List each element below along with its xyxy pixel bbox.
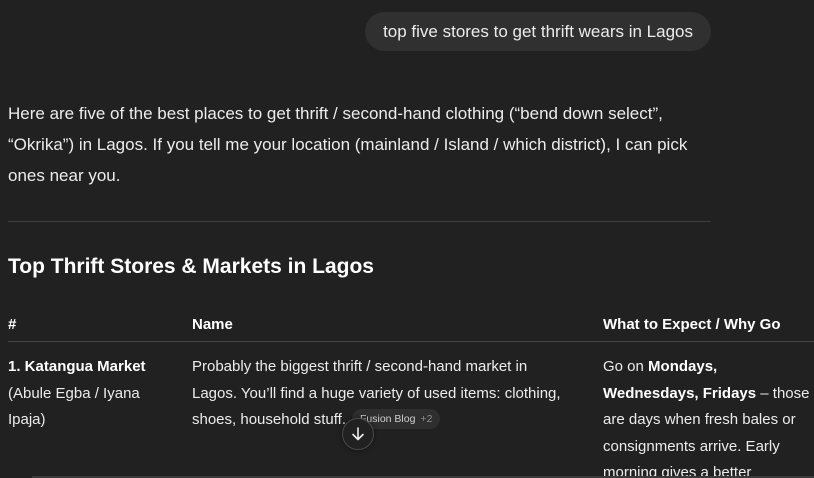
why-prefix: Go on	[603, 358, 649, 375]
chat-page: top five stores to get thrift wears in L…	[0, 0, 814, 478]
assistant-intro: Here are five of the best places to get …	[8, 104, 688, 185]
table-cell-description: Probably the biggest thrift / second-han…	[192, 354, 567, 434]
source-more-count: +2	[420, 413, 433, 425]
store-location: (Abule Egba / Iyana Ipaja)	[8, 384, 140, 429]
section-divider	[8, 221, 711, 222]
table-header-number: #	[8, 316, 17, 333]
table-header-name: Name	[192, 316, 233, 333]
table-header-rule	[8, 341, 814, 342]
table-cell-store: 1. Katangua Market (Abule Egba / Iyana I…	[8, 354, 168, 434]
user-message-bubble: top five stores to get thrift wears in L…	[365, 12, 711, 51]
arrow-down-icon	[352, 427, 364, 441]
table-header-why: What to Expect / Why Go	[603, 316, 781, 333]
store-name: 1. Katangua Market	[8, 358, 146, 375]
table-cell-why: Go on Mondays, Wednesdays, Fridays – tho…	[603, 354, 814, 478]
user-message-text: top five stores to get thrift wears in L…	[383, 21, 693, 41]
scroll-to-bottom-button[interactable]	[342, 418, 374, 450]
section-heading: Top Thrift Stores & Markets in Lagos	[8, 255, 374, 278]
